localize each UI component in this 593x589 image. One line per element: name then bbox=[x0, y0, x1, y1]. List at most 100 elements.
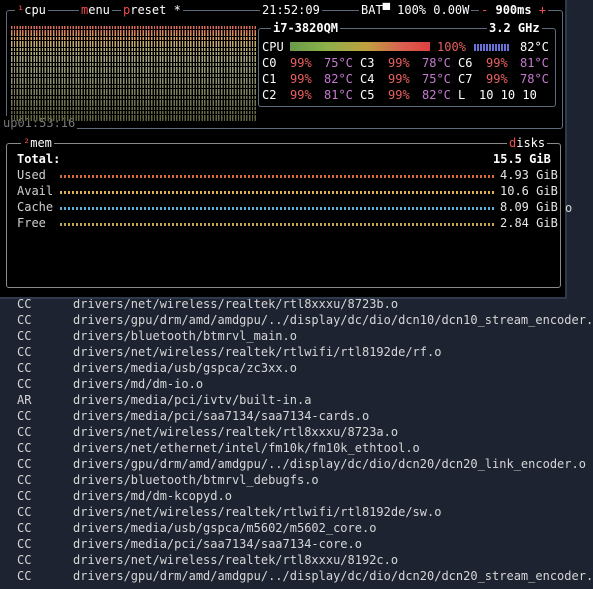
core-temp: 82°C bbox=[422, 88, 451, 102]
log-kind: AR bbox=[17, 393, 32, 407]
log-kind: CC bbox=[17, 537, 32, 551]
log-path: drivers/bluetooth/btmrvl_debugfs.o bbox=[73, 473, 319, 487]
cpu-graph-row bbox=[11, 77, 256, 81]
log-path: drivers/media/usb/gspca/m5602/m5602_core… bbox=[73, 521, 377, 535]
cpu-graph-row bbox=[11, 114, 256, 118]
log-path: drivers/net/wireless/realtek/rtl8xxxu/81… bbox=[73, 553, 399, 567]
log-line: CC drivers/net/wireless/realtek/rtl8xxxu/… bbox=[0, 552, 593, 568]
log-path: drivers/bluetooth/btmrvl_main.o bbox=[73, 329, 297, 343]
mem-row-bar bbox=[60, 223, 495, 226]
core-pct: 99% bbox=[290, 72, 312, 86]
log-kind: CC bbox=[17, 489, 32, 503]
core-temp: 81°C bbox=[520, 56, 549, 70]
cpu-usage-graph bbox=[11, 26, 256, 122]
core-label: C7 bbox=[458, 72, 473, 86]
log-kind: CC bbox=[17, 377, 32, 391]
core-pct: 99% bbox=[388, 72, 410, 86]
mem-row-value: 2.84 GiB bbox=[500, 216, 558, 230]
mem-row-label: Cache bbox=[17, 200, 54, 214]
core-label: C1 bbox=[262, 72, 277, 86]
core-pct: 99% bbox=[290, 56, 312, 70]
core-label: C3 bbox=[360, 56, 375, 70]
log-line: AR drivers/media/pci/ivtv/built-in.a bbox=[0, 392, 593, 408]
mem-total-value: 15.5 GiB bbox=[493, 152, 551, 166]
cpu-graph-row bbox=[11, 51, 256, 55]
build-log: CC drivers/net/wireless/realtek/rtl8xxxu/… bbox=[0, 296, 593, 584]
core-pct: 99% bbox=[486, 72, 508, 86]
cpu-graph-row bbox=[11, 37, 256, 41]
log-kind: CC bbox=[17, 361, 32, 375]
log-path: drivers/md/dm-io.o bbox=[73, 377, 204, 391]
log-line: CC drivers/net/ethernet/intel/fm10k/fm10k… bbox=[0, 440, 593, 456]
core-label: C0 bbox=[262, 56, 277, 70]
core-temp: 75°C bbox=[324, 56, 353, 70]
cpu-graph-row bbox=[11, 29, 256, 33]
core-temp: 82°C bbox=[324, 72, 353, 86]
log-kind: CC bbox=[17, 409, 32, 423]
btop-window: ¹cpu menu preset * 21:52:09 BAT▀ 100% 0.… bbox=[0, 0, 567, 299]
load-label: L bbox=[458, 88, 466, 102]
cpu-graph-row bbox=[11, 110, 256, 114]
core-temp: 78°C bbox=[422, 56, 451, 70]
cpu-graph-row bbox=[11, 44, 256, 48]
cpu-graph-row bbox=[11, 70, 256, 74]
mem-tab[interactable]: ²mem bbox=[21, 136, 54, 150]
log-path: drivers/md/dm-kcopyd.o bbox=[73, 489, 232, 503]
log-kind: CC bbox=[17, 441, 32, 455]
rate-decrease-button[interactable]: - bbox=[481, 3, 488, 17]
cpu-graph-row bbox=[11, 92, 256, 96]
log-line: CC drivers/media/usb/gspca/zc3xx.o bbox=[0, 360, 593, 376]
log-path: drivers/net/wireless/realtek/rtlwifi/rtl… bbox=[73, 505, 442, 519]
log-line: CC drivers/media/pci/saa7134/saa7134-card… bbox=[0, 408, 593, 424]
log-kind: CC bbox=[17, 313, 32, 327]
log-path: drivers/media/pci/saa7134/saa7134-core.o bbox=[73, 537, 362, 551]
log-line: CC drivers/md/dm-kcopyd.o bbox=[0, 488, 593, 504]
cpu-tab[interactable]: ¹cpu bbox=[15, 3, 48, 17]
log-kind: CC bbox=[17, 505, 32, 519]
mem-row-label: Avail bbox=[17, 184, 54, 198]
log-path: drivers/media/pci/saa7134/saa7134-cards.… bbox=[73, 409, 370, 423]
log-path: drivers/net/wireless/realtek/rtlwifi/rtl… bbox=[73, 345, 442, 359]
log-line: CC drivers/gpu/drm/amd/amdgpu/../display/… bbox=[0, 312, 593, 328]
cpu-graph-row bbox=[11, 40, 256, 44]
log-line: CC drivers/bluetooth/btmrvl_debugfs.o bbox=[0, 472, 593, 488]
cpu-graph-row bbox=[11, 99, 256, 103]
mem-row-value: 8.09 GiB bbox=[500, 200, 558, 214]
cpu-graph-row bbox=[11, 59, 256, 63]
log-line: CC drivers/net/wireless/realtek/rtlwifi/r… bbox=[0, 504, 593, 520]
update-rate[interactable]: - 900ms + bbox=[479, 3, 549, 17]
cpu-graph-row bbox=[11, 118, 256, 122]
log-kind: CC bbox=[17, 457, 32, 471]
log-kind: CC bbox=[17, 329, 32, 343]
core-label: C4 bbox=[360, 72, 375, 86]
log-line: CC drivers/gpu/drm/amd/amdgpu/../display/… bbox=[0, 456, 593, 472]
mem-row-label: Used bbox=[17, 168, 46, 182]
core-temp: 81°C bbox=[324, 88, 353, 102]
cpu-total-temp: 82°C bbox=[520, 40, 549, 54]
preset-tab[interactable]: preset * bbox=[121, 3, 183, 17]
mem-row-bar bbox=[60, 175, 495, 178]
cpu-graph-row bbox=[11, 33, 256, 37]
cpu-total-bar bbox=[290, 42, 430, 51]
log-path: drivers/gpu/drm/amd/amdgpu/../display/dc… bbox=[73, 569, 593, 583]
load-average: 10 10 10 bbox=[479, 88, 537, 102]
mem-row-bar bbox=[60, 207, 495, 210]
core-label: C2 bbox=[262, 88, 277, 102]
cpu-graph-row bbox=[11, 73, 256, 77]
disks-tab[interactable]: disks bbox=[507, 136, 548, 150]
rate-value: 900ms bbox=[495, 3, 532, 17]
cpu-graph-row bbox=[11, 88, 256, 92]
mem-total-label: Total: bbox=[17, 152, 61, 166]
mem-panel: ²mem disks bbox=[6, 136, 561, 288]
core-pct: 99% bbox=[388, 88, 410, 102]
mem-row-bar bbox=[60, 191, 495, 194]
cpu-graph-row bbox=[11, 48, 256, 52]
cpu-total-label: CPU bbox=[262, 40, 284, 54]
rate-increase-button[interactable]: + bbox=[539, 3, 546, 17]
log-kind: CC bbox=[17, 553, 32, 567]
log-kind: CC bbox=[17, 473, 32, 487]
menu-tab[interactable]: menu bbox=[79, 3, 112, 17]
core-pct: 99% bbox=[486, 56, 508, 70]
log-line: CC drivers/gpu/drm/amd/amdgpu/../display/… bbox=[0, 568, 593, 584]
log-path: drivers/gpu/drm/amd/amdgpu/../display/dc… bbox=[73, 313, 593, 327]
